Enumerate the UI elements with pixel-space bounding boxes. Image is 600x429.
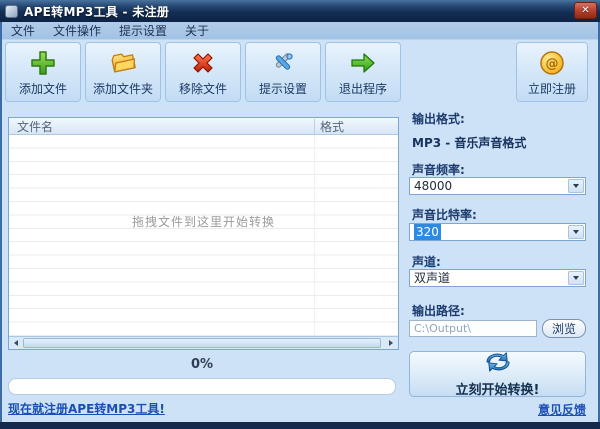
file-list-panel: 文件名 格式 拖拽文件到这里开始转换	[8, 117, 399, 350]
register-now-link[interactable]: 现在就注册APE转MP3工具!	[8, 400, 165, 417]
start-convert-button[interactable]: 立刻开始转换!	[409, 350, 586, 398]
toolbar-button-label: 提示设置	[258, 82, 307, 96]
drag-drop-hint: 拖拽文件到这里开始转换	[131, 215, 275, 229]
scroll-left-arrow-icon[interactable]	[10, 338, 22, 348]
toolbar: 添加文件 添加文件夹 移除文件 提示设置 退出程序 @ 立即注册	[0, 40, 600, 106]
menu-bar: 文件 文件操作 提示设置 关于	[0, 22, 600, 40]
menu-item-prompt-settings[interactable]: 提示设置	[110, 22, 176, 40]
chevron-down-icon[interactable]	[568, 271, 584, 285]
toolbar-button-label: 添加文件	[18, 82, 67, 96]
prompt-settings-button[interactable]: 提示设置	[245, 42, 321, 102]
add-folder-icon	[108, 46, 138, 80]
toolbar-button-label: 添加文件夹	[92, 82, 153, 96]
progress-percent: 0%	[190, 357, 214, 372]
feedback-link[interactable]: 意见反馈	[409, 401, 586, 418]
remove-file-button[interactable]: 移除文件	[165, 42, 241, 102]
scrollbar-thumb[interactable]	[23, 338, 381, 348]
gold-coin-icon: @	[539, 46, 565, 80]
svg-text:@: @	[546, 57, 559, 72]
bitrate-label: 声音比特率:	[412, 208, 477, 222]
progress-bar	[8, 378, 396, 395]
convert-button-label: 立刻开始转换!	[455, 383, 540, 398]
exit-program-button[interactable]: 退出程序	[325, 42, 401, 102]
output-format-value: MP3 - 音乐声音格式	[412, 136, 527, 150]
column-divider	[314, 135, 315, 336]
exit-arrow-icon	[349, 46, 377, 80]
output-path-label: 输出路径:	[412, 304, 465, 318]
toolbar-button-label: 移除文件	[178, 82, 227, 96]
close-button[interactable]: ✕	[574, 2, 597, 19]
menu-item-file-operations[interactable]: 文件操作	[44, 22, 110, 40]
scroll-right-arrow-icon[interactable]	[385, 338, 397, 348]
bitrate-dropdown[interactable]: 320	[409, 223, 586, 241]
frequency-dropdown[interactable]: 48000	[409, 177, 586, 195]
window-border-left	[0, 22, 2, 422]
chevron-down-icon[interactable]	[568, 179, 584, 193]
channel-value: 双声道	[414, 271, 451, 285]
window-title: APE转MP3工具 - 未注册	[24, 4, 170, 19]
register-now-button[interactable]: @ 立即注册	[516, 42, 588, 102]
menu-item-file[interactable]: 文件	[2, 22, 44, 40]
add-file-button[interactable]: 添加文件	[5, 42, 81, 102]
toolbar-button-label: 退出程序	[338, 82, 387, 96]
frequency-value: 48000	[414, 179, 453, 193]
add-folder-button[interactable]: 添加文件夹	[85, 42, 161, 102]
menu-item-about[interactable]: 关于	[176, 22, 218, 40]
file-list-header: 文件名 格式	[9, 118, 398, 135]
bitrate-value: 320	[414, 224, 441, 240]
frequency-label: 声音频率:	[412, 163, 465, 177]
browse-button[interactable]: 浏览	[542, 319, 586, 338]
column-header-filename[interactable]: 文件名	[17, 119, 53, 135]
settings-tools-icon	[270, 46, 296, 80]
column-divider	[314, 119, 315, 134]
app-icon	[5, 4, 18, 18]
titlebar: APE转MP3工具 - 未注册 ✕	[0, 0, 600, 22]
app-window: APE转MP3工具 - 未注册 ✕ 文件 文件操作 提示设置 关于 添加文件 添…	[0, 0, 600, 429]
output-path-input[interactable]	[409, 320, 537, 337]
toolbar-button-label: 立即注册	[527, 82, 576, 96]
output-format-label: 输出格式:	[412, 112, 465, 126]
column-header-format[interactable]: 格式	[320, 119, 344, 135]
channel-dropdown[interactable]: 双声道	[409, 269, 586, 287]
horizontal-scrollbar[interactable]	[9, 336, 398, 349]
add-file-plus-icon	[30, 46, 56, 80]
channel-label: 声道:	[412, 255, 441, 269]
chevron-down-icon[interactable]	[568, 225, 584, 239]
file-list-drop-area[interactable]: 拖拽文件到这里开始转换	[9, 135, 398, 336]
sync-arrows-icon	[483, 350, 513, 378]
remove-file-x-icon	[190, 46, 216, 80]
window-border-bottom	[0, 422, 600, 429]
